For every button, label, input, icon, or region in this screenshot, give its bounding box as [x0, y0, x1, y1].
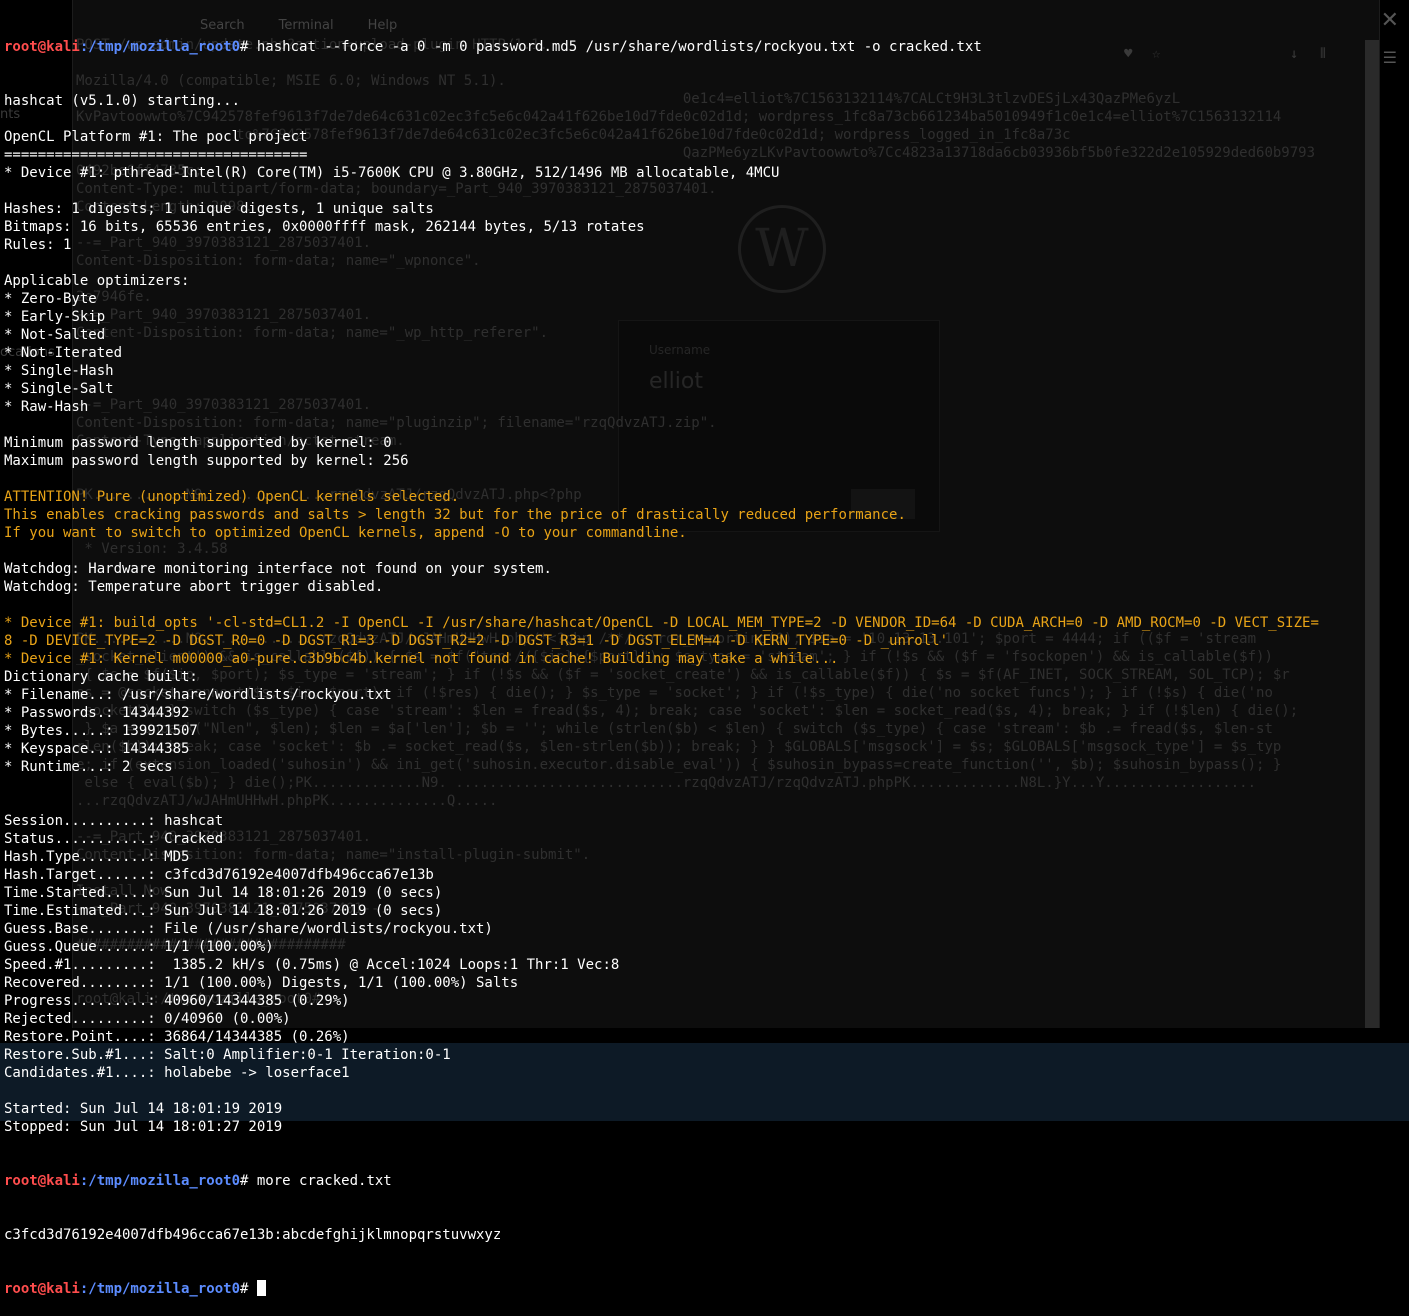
terminal-output-line: If you want to switch to optimized OpenC… [4, 525, 687, 541]
terminal-output-line: * Single-Salt [4, 381, 114, 397]
prompt-line: root@kali:/tmp/mozilla_root0# more crack… [4, 1172, 1409, 1190]
terminal-output-line: 8 -D DEVICE_TYPE=2 -D DGST_R0=0 -D DGST_… [4, 633, 949, 649]
terminal-output-line: Dictionary cache built: [4, 669, 198, 685]
terminal-output-line: * Not-Salted [4, 327, 106, 343]
terminal-output-line: Started: Sun Jul 14 18:01:19 2019 [4, 1101, 283, 1117]
command-more: more cracked.txt [256, 1173, 392, 1189]
terminal-output-line: * Keyspace..: 14344385 [4, 741, 190, 757]
terminal-output-line: This enables cracking passwords and salt… [4, 507, 906, 523]
terminal-output-line: ==================================== [4, 147, 308, 163]
terminal-output-line: * Raw-Hash [4, 399, 89, 415]
terminal-output[interactable]: root@kali:/tmp/mozilla_root0# hashcat --… [4, 2, 1409, 1316]
terminal-output-line: Restore.Sub.#1...: Salt:0 Amplifier:0-1 … [4, 1047, 451, 1063]
terminal-output-line: Time.Estimated...: Sun Jul 14 18:01:26 2… [4, 903, 443, 919]
terminal-output-line: Restore.Point....: 36864/14344385 (0.26%… [4, 1029, 350, 1045]
terminal-output-line: Rejected.........: 0/40960 (0.00%) [4, 1011, 291, 1027]
terminal-output-line: * Device #1: pthread-Intel(R) Core(TM) i… [4, 165, 780, 181]
cracked-output-line: c3fcd3d76192e4007dfb496cca67e13b:abcdefg… [4, 1227, 502, 1243]
terminal-output-line: Candidates.#1....: holabebe -> loserface… [4, 1065, 350, 1081]
prompt-path: :/tmp/mozilla_root0 [79, 1173, 241, 1189]
terminal-output-line: Applicable optimizers: [4, 273, 190, 289]
terminal-output-line: * Single-Hash [4, 363, 114, 379]
prompt-user: root@kali [4, 1173, 80, 1189]
terminal-output-line: * Device #1: Kernel m00000_a0-pure.c3b9b… [4, 651, 839, 667]
terminal-output-line: * Not-Iterated [4, 345, 123, 361]
terminal-output-line: Status...........: Cracked [4, 831, 224, 847]
terminal-output-line: Guess.Base.......: File (/usr/share/word… [4, 921, 493, 937]
terminal-output-line: hashcat (v5.1.0) starting... [4, 93, 241, 109]
command-hashcat: hashcat --force -a 0 -m 0 password.md5 /… [256, 39, 982, 55]
prompt-user: root@kali [4, 1281, 80, 1297]
terminal-output-line: ATTENTION! Pure (unoptimized) OpenCL ker… [4, 489, 460, 505]
prompt-suffix: # [240, 1281, 257, 1297]
terminal-output-line: Hashes: 1 digests; 1 unique digests, 1 u… [4, 201, 434, 217]
terminal-output-line: Maximum password length supported by ker… [4, 453, 409, 469]
terminal-output-line: Hash.Type........: MD5 [4, 849, 190, 865]
prompt-line: root@kali:/tmp/mozilla_root0# hashcat --… [4, 38, 1409, 56]
prompt-path: :/tmp/mozilla_root0 [79, 1281, 241, 1297]
prompt-suffix: # [240, 1173, 257, 1189]
terminal-output-line: Rules: 1 [4, 237, 72, 253]
terminal-output-line: Bitmaps: 16 bits, 65536 entries, 0x0000f… [4, 219, 645, 235]
terminal-output-line: Hash.Target......: c3fcd3d76192e4007dfb4… [4, 867, 434, 883]
terminal-output-line: Watchdog: Temperature abort trigger disa… [4, 579, 384, 595]
terminal-output-line: * Device #1: build_opts '-cl-std=CL1.2 -… [4, 615, 1319, 631]
terminal-output-line: * Runtime...: 2 secs [4, 759, 173, 775]
terminal-output-line: OpenCL Platform #1: The pocl project [4, 129, 308, 145]
terminal-output-line: Time.Started.....: Sun Jul 14 18:01:26 2… [4, 885, 443, 901]
prompt-path: :/tmp/mozilla_root0 [79, 39, 241, 55]
terminal-output-line: Minimum password length supported by ker… [4, 435, 392, 451]
prompt-user: root@kali [4, 39, 80, 55]
terminal-output-line: Recovered........: 1/1 (100.00%) Digests… [4, 975, 519, 991]
terminal-output-line: * Early-Skip [4, 309, 106, 325]
text-cursor [256, 1280, 266, 1296]
prompt-line-active[interactable]: root@kali:/tmp/mozilla_root0# [4, 1280, 1409, 1298]
terminal-output-line: Speed.#1.........: 1385.2 kH/s (0.75ms) … [4, 957, 620, 973]
terminal-output-line: Session..........: hashcat [4, 813, 224, 829]
terminal-output-line: Watchdog: Hardware monitoring interface … [4, 561, 552, 577]
prompt-suffix: # [240, 39, 257, 55]
terminal-output-line: Progress.........: 40960/14344385 (0.29%… [4, 993, 350, 1009]
terminal-output-line: * Zero-Byte [4, 291, 97, 307]
terminal-output-line: * Passwords.: 14344392 [4, 705, 190, 721]
terminal-output-line: * Filename..: /usr/share/wordlists/rocky… [4, 687, 392, 703]
terminal-output-line: * Bytes.....: 139921507 [4, 723, 198, 739]
terminal-output-line: Guess.Queue......: 1/1 (100.00%) [4, 939, 274, 955]
